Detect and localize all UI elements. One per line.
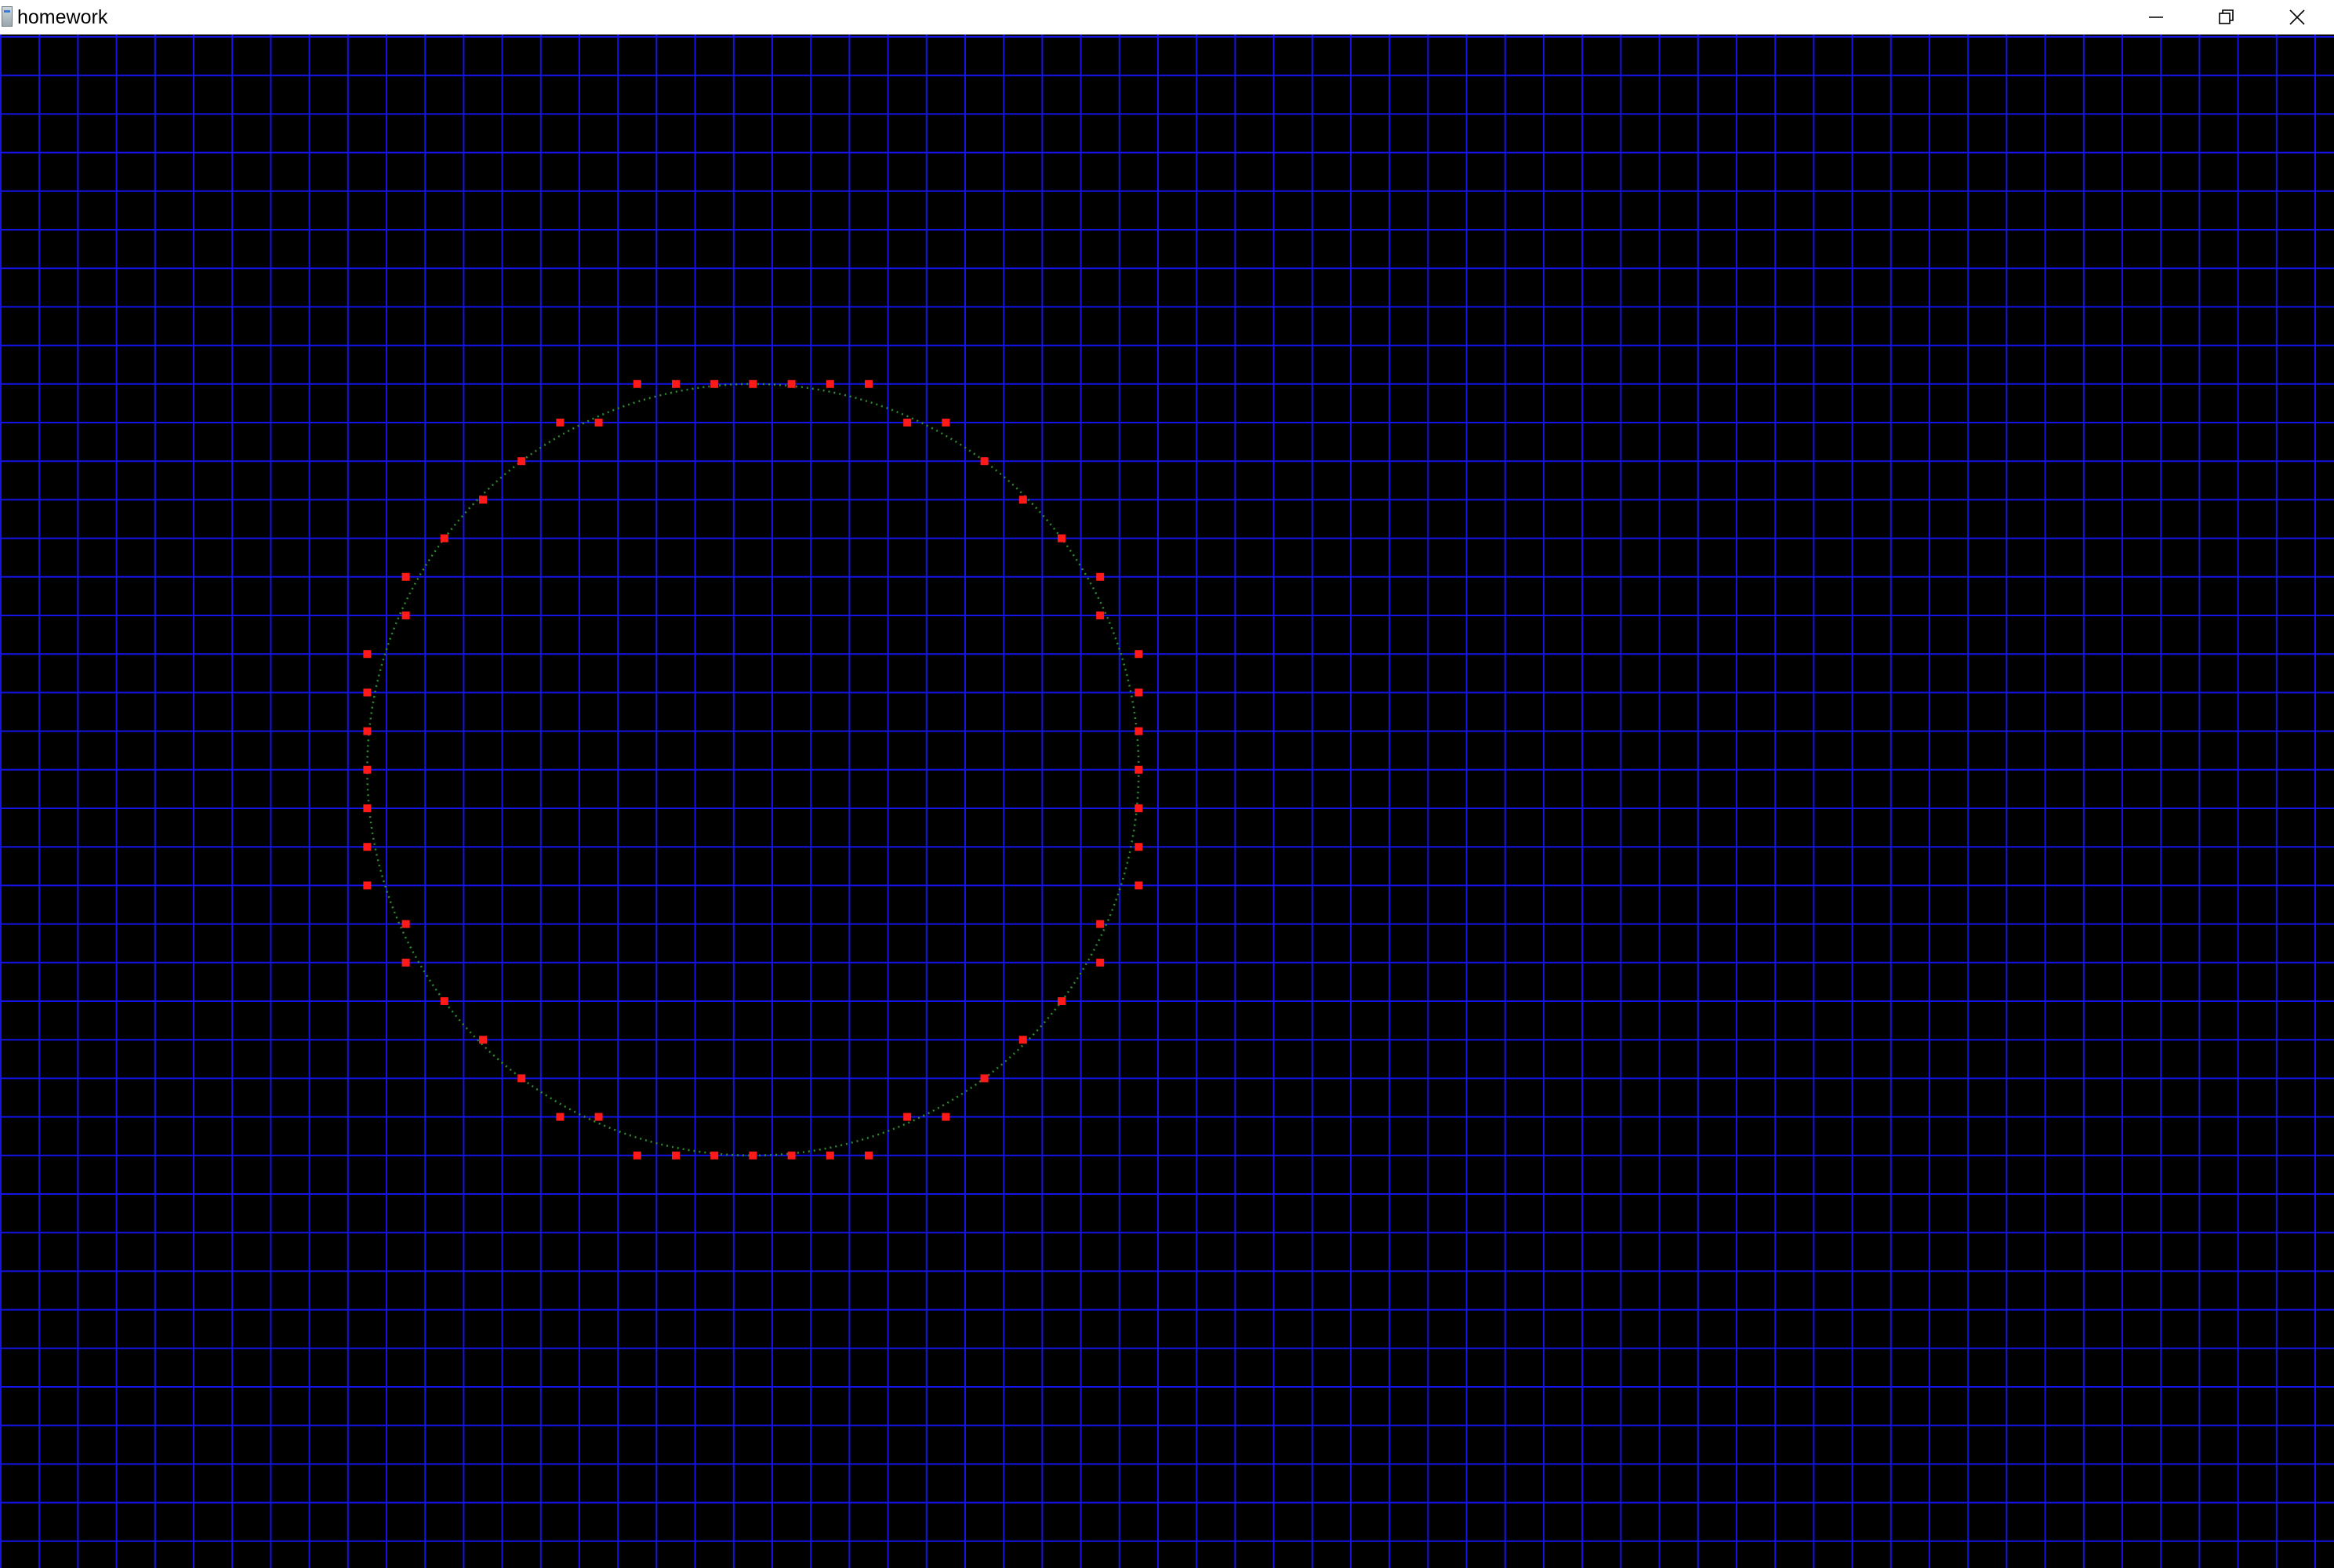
control-point [1096, 572, 1105, 581]
control-point [479, 1036, 487, 1044]
control-point [1018, 495, 1027, 504]
control-point [710, 1151, 719, 1160]
control-point [440, 997, 448, 1005]
control-point [517, 457, 526, 466]
control-point [1058, 997, 1065, 1005]
app-window: homework [0, 0, 2334, 1568]
control-point [594, 419, 603, 426]
control-point [1134, 843, 1143, 851]
control-point [401, 958, 410, 967]
control-point [749, 1151, 757, 1160]
close-button[interactable] [2263, 0, 2332, 34]
control-point [633, 1151, 641, 1160]
control-point [517, 1074, 526, 1083]
minimize-button[interactable] [2122, 0, 2191, 34]
control-point [980, 457, 989, 466]
control-point [594, 1112, 603, 1121]
grid-lines [0, 34, 2334, 1568]
title-bar[interactable]: homework [0, 0, 2334, 34]
control-point [1134, 688, 1143, 697]
control-point [1134, 727, 1143, 735]
control-point [903, 1112, 912, 1121]
restore-icon [2219, 9, 2234, 24]
control-point [826, 1151, 834, 1160]
control-point [865, 379, 873, 388]
control-point [826, 379, 834, 388]
control-point [556, 1112, 564, 1121]
control-point [1134, 881, 1143, 890]
control-point [865, 1151, 873, 1160]
control-point [1134, 650, 1143, 659]
control-point [363, 843, 372, 851]
control-point [440, 534, 448, 543]
control-point [363, 650, 372, 659]
window-title: homework [17, 6, 108, 28]
control-point [363, 727, 372, 735]
control-point [903, 419, 912, 426]
control-point [942, 419, 950, 426]
app-icon [2, 6, 13, 27]
drawing-canvas[interactable] [0, 34, 2334, 1568]
control-point [749, 379, 757, 388]
control-point [787, 1151, 796, 1160]
control-point [980, 1074, 989, 1083]
minimize-icon [2149, 16, 2163, 18]
control-point [787, 379, 796, 388]
control-point [363, 881, 372, 890]
control-point [556, 419, 564, 426]
control-point [1134, 804, 1143, 812]
control-point [401, 612, 410, 619]
control-point [401, 920, 410, 928]
control-point [363, 688, 372, 697]
control-point [1096, 958, 1105, 967]
control-point [942, 1112, 950, 1121]
control-point [401, 572, 410, 581]
control-point [363, 765, 372, 774]
close-icon [2289, 9, 2305, 25]
control-point [672, 1151, 680, 1160]
control-point [1096, 612, 1105, 619]
control-point [1096, 920, 1105, 928]
control-point [672, 379, 680, 388]
control-point [710, 379, 719, 388]
control-point [479, 495, 487, 504]
rasterization-grid-view [0, 34, 2334, 1568]
control-point [1018, 1036, 1027, 1044]
control-point [1134, 765, 1143, 774]
restore-button[interactable] [2192, 0, 2261, 34]
control-point [1058, 534, 1065, 543]
control-point [363, 804, 372, 812]
control-point [633, 379, 641, 388]
